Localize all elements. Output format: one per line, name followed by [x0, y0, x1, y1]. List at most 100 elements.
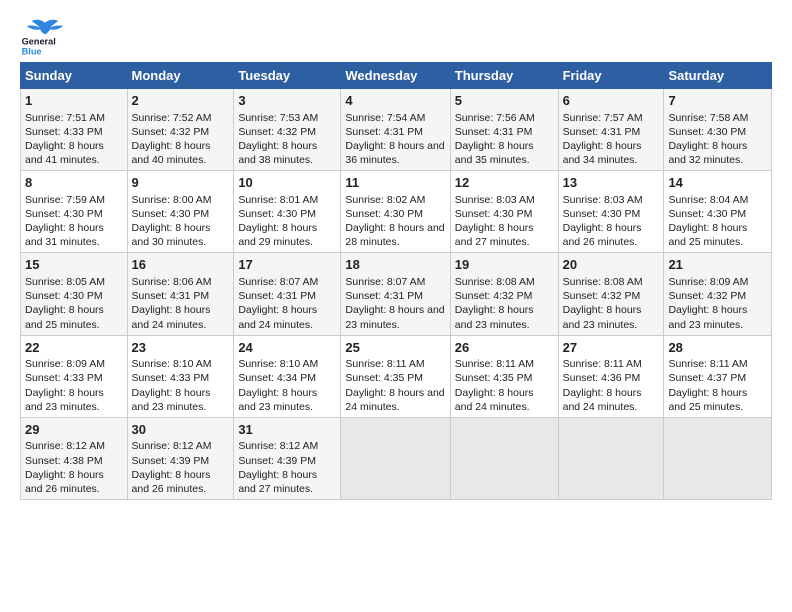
day-number: 6 — [563, 92, 660, 110]
sunset-label: Sunset: 4:39 PM — [238, 455, 316, 467]
sunrise-label: Sunrise: 8:12 AM — [238, 440, 318, 452]
calendar-cell: 2Sunrise: 7:52 AMSunset: 4:32 PMDaylight… — [127, 89, 234, 171]
day-number: 25 — [345, 339, 445, 357]
day-number: 21 — [668, 256, 767, 274]
day-number: 23 — [132, 339, 230, 357]
day-number: 28 — [668, 339, 767, 357]
daylight-label: Daylight: 8 hours and 23 minutes. — [132, 387, 211, 413]
weekday-header-sunday: Sunday — [21, 63, 128, 89]
sunset-label: Sunset: 4:30 PM — [238, 208, 316, 220]
calendar-cell: 26Sunrise: 8:11 AM Sunset: 4:35 PM Dayligh… — [450, 335, 558, 417]
calendar-table: SundayMondayTuesdayWednesdayThursdayFrid… — [20, 62, 772, 500]
sunset-label: Sunset: 4:38 PM — [25, 455, 103, 467]
sunset-label: Sunset: 4:30 PM — [132, 208, 210, 220]
sunrise-label: Sunrise: 8:11 AM — [455, 358, 534, 370]
daylight-label: Daylight: 8 hours and 23 minutes. — [25, 387, 104, 413]
sunset-label: Sunset: 4:31 PM — [238, 290, 316, 302]
day-number: 3 — [238, 92, 336, 110]
page: General Blue SundayMondayTuesdayWednesda… — [0, 0, 792, 510]
sunset-label: Sunset: 4:33 PM — [25, 372, 103, 384]
day-number: 10 — [238, 174, 336, 192]
daylight-label: Daylight: 8 hours and 24 minutes. — [455, 387, 534, 413]
sunset-label: Sunset: 4:30 PM — [25, 290, 103, 302]
sunset-label: Sunset: 4:30 PM — [668, 208, 746, 220]
sunrise-label: Sunrise: 8:04 AM — [668, 194, 748, 206]
sunset-label: Sunset: 4:32 PM — [668, 290, 746, 302]
daylight-label: Daylight: 8 hours and 23 minutes. — [668, 304, 747, 330]
sunrise-label: Sunrise: 8:11 AM — [345, 358, 424, 370]
sunset-label: Sunset: 4:31 PM — [455, 126, 533, 138]
calendar-week-2: 8 Sunrise: 7:59 AM Sunset: 4:30 PM Daylight… — [21, 171, 772, 253]
sunset-label: Sunset: 4:30 PM — [563, 208, 641, 220]
sunrise-label: Sunrise: 8:07 AM — [345, 276, 425, 288]
weekday-header-monday: Monday — [127, 63, 234, 89]
sunrise-label: Sunrise: 8:10 AM — [132, 358, 212, 370]
sunset-label: Sunset: 4:35 PM — [455, 372, 533, 384]
sunset-label: Sunset: 4:30 PM — [25, 208, 103, 220]
sunset-label: Sunset: 4:34 PM — [238, 372, 316, 384]
daylight-label: Daylight: 8 hours and 23 minutes. — [238, 387, 317, 413]
calendar-cell — [664, 417, 772, 499]
calendar-cell: 12Sunrise: 8:03 AMSunset: 4:30 PMDayligh… — [450, 171, 558, 253]
sunset-label: Sunset: 4:30 PM — [668, 126, 746, 138]
sunrise-label: Sunrise: 8:08 AM — [563, 276, 643, 288]
day-number: 15 — [25, 256, 123, 274]
sunrise-label: Sunrise: 8:09 AM — [25, 358, 105, 370]
calendar-cell: 25Sunrise: 8:11 AMSunset: 4:35 PMDayligh… — [341, 335, 450, 417]
daylight-label: Daylight: 8 hours and 27 minutes. — [238, 469, 317, 495]
sunrise-label: Sunrise: 7:56 AM — [455, 112, 535, 124]
sunrise-label: Sunrise: 8:12 AM — [25, 440, 105, 452]
sunrise-label: Sunrise: 8:11 AM — [563, 358, 642, 370]
day-number: 2 — [132, 92, 230, 110]
sunrise-label: Sunrise: 8:09 AM — [668, 276, 748, 288]
sunrise-label: Sunrise: 7:58 AM — [668, 112, 748, 124]
calendar-cell: 30Sunrise: 8:12 AMSunset: 4:39 PMDayligh… — [127, 417, 234, 499]
sunset-label: Sunset: 4:32 PM — [455, 290, 533, 302]
weekday-header-saturday: Saturday — [664, 63, 772, 89]
calendar-week-4: 22Sunrise: 8:09 AMSunset: 4:33 PMDayligh… — [21, 335, 772, 417]
calendar-cell: 17Sunrise: 8:07 AMSunset: 4:31 PMDayligh… — [234, 253, 341, 335]
calendar-cell — [558, 417, 664, 499]
calendar-cell: 19Sunrise: 8:08 AMSunset: 4:32 PMDayligh… — [450, 253, 558, 335]
calendar-cell: 16Sunrise: 8:06 AMSunset: 4:31 PMDayligh… — [127, 253, 234, 335]
calendar-cell: 13Sunrise: 8:03 AMSunset: 4:30 PMDayligh… — [558, 171, 664, 253]
calendar-cell: 29Sunrise: 8:12 AMSunset: 4:38 PMDayligh… — [21, 417, 128, 499]
weekday-header-tuesday: Tuesday — [234, 63, 341, 89]
calendar-cell: 8Sunrise: 7:59 AMSunset: 4:30 PMDaylight… — [21, 171, 128, 253]
day-number: 24 — [238, 339, 336, 357]
sunset-label: Sunset: 4:32 PM — [563, 290, 641, 302]
daylight-label: Daylight: 8 hours and 23 minutes. — [563, 304, 642, 330]
svg-text:Blue: Blue — [22, 46, 42, 56]
daylight-label: Daylight: 8 hours and 35 minutes. — [455, 140, 534, 166]
sunrise-label: Sunrise: 7:59 AM — [25, 194, 105, 206]
calendar-week-1: 1Sunrise: 7:51 AMSunset: 4:33 PMDaylight… — [21, 89, 772, 171]
daylight-label: Daylight: 8 hours and 38 minutes. — [238, 140, 317, 166]
day-number: 30 — [132, 421, 230, 439]
calendar-cell: 18Sunrise: 8:07 AMSunset: 4:31 PMDayligh… — [341, 253, 450, 335]
weekday-header-wednesday: Wednesday — [341, 63, 450, 89]
calendar-cell — [341, 417, 450, 499]
day-number: 20 — [563, 256, 660, 274]
daylight-label: Daylight: 8 hours and 27 minutes. — [455, 222, 534, 248]
day-number: 8 — [25, 174, 123, 192]
daylight-label: Daylight: 8 hours and 24 minutes. — [563, 387, 642, 413]
day-number: 27 — [563, 339, 660, 357]
sunset-label: Sunset: 4:31 PM — [563, 126, 641, 138]
sunrise-label: Sunrise: 8:07 AM — [238, 276, 318, 288]
calendar-cell — [450, 417, 558, 499]
sunrise-label: Sunrise: 8:05 AM — [25, 276, 105, 288]
daylight-label: Daylight: 8 hours and 24 minutes. — [238, 304, 317, 330]
logo-icon: General Blue — [20, 16, 70, 56]
weekday-header-thursday: Thursday — [450, 63, 558, 89]
day-number: 29 — [25, 421, 123, 439]
day-number: 26 — [455, 339, 554, 357]
daylight-label: Daylight: 8 hours and 29 minutes. — [238, 222, 317, 248]
daylight-label: Daylight: 8 hours and 26 minutes. — [132, 469, 211, 495]
sunset-label: Sunset: 4:31 PM — [345, 290, 423, 302]
sunrise-label: Sunrise: 7:52 AM — [132, 112, 212, 124]
calendar-cell: 31Sunrise: 8:12 AMSunset: 4:39 PMDayligh… — [234, 417, 341, 499]
sunset-label: Sunset: 4:30 PM — [455, 208, 533, 220]
sunrise-label: Sunrise: 8:11 AM — [668, 358, 747, 370]
calendar-cell: 27Sunrise: 8:11 AMSunset: 4:36 PMDayligh… — [558, 335, 664, 417]
calendar-cell: 21 Sunrise: 8:09 AM Sunset: 4:32 PM Dayligh… — [664, 253, 772, 335]
